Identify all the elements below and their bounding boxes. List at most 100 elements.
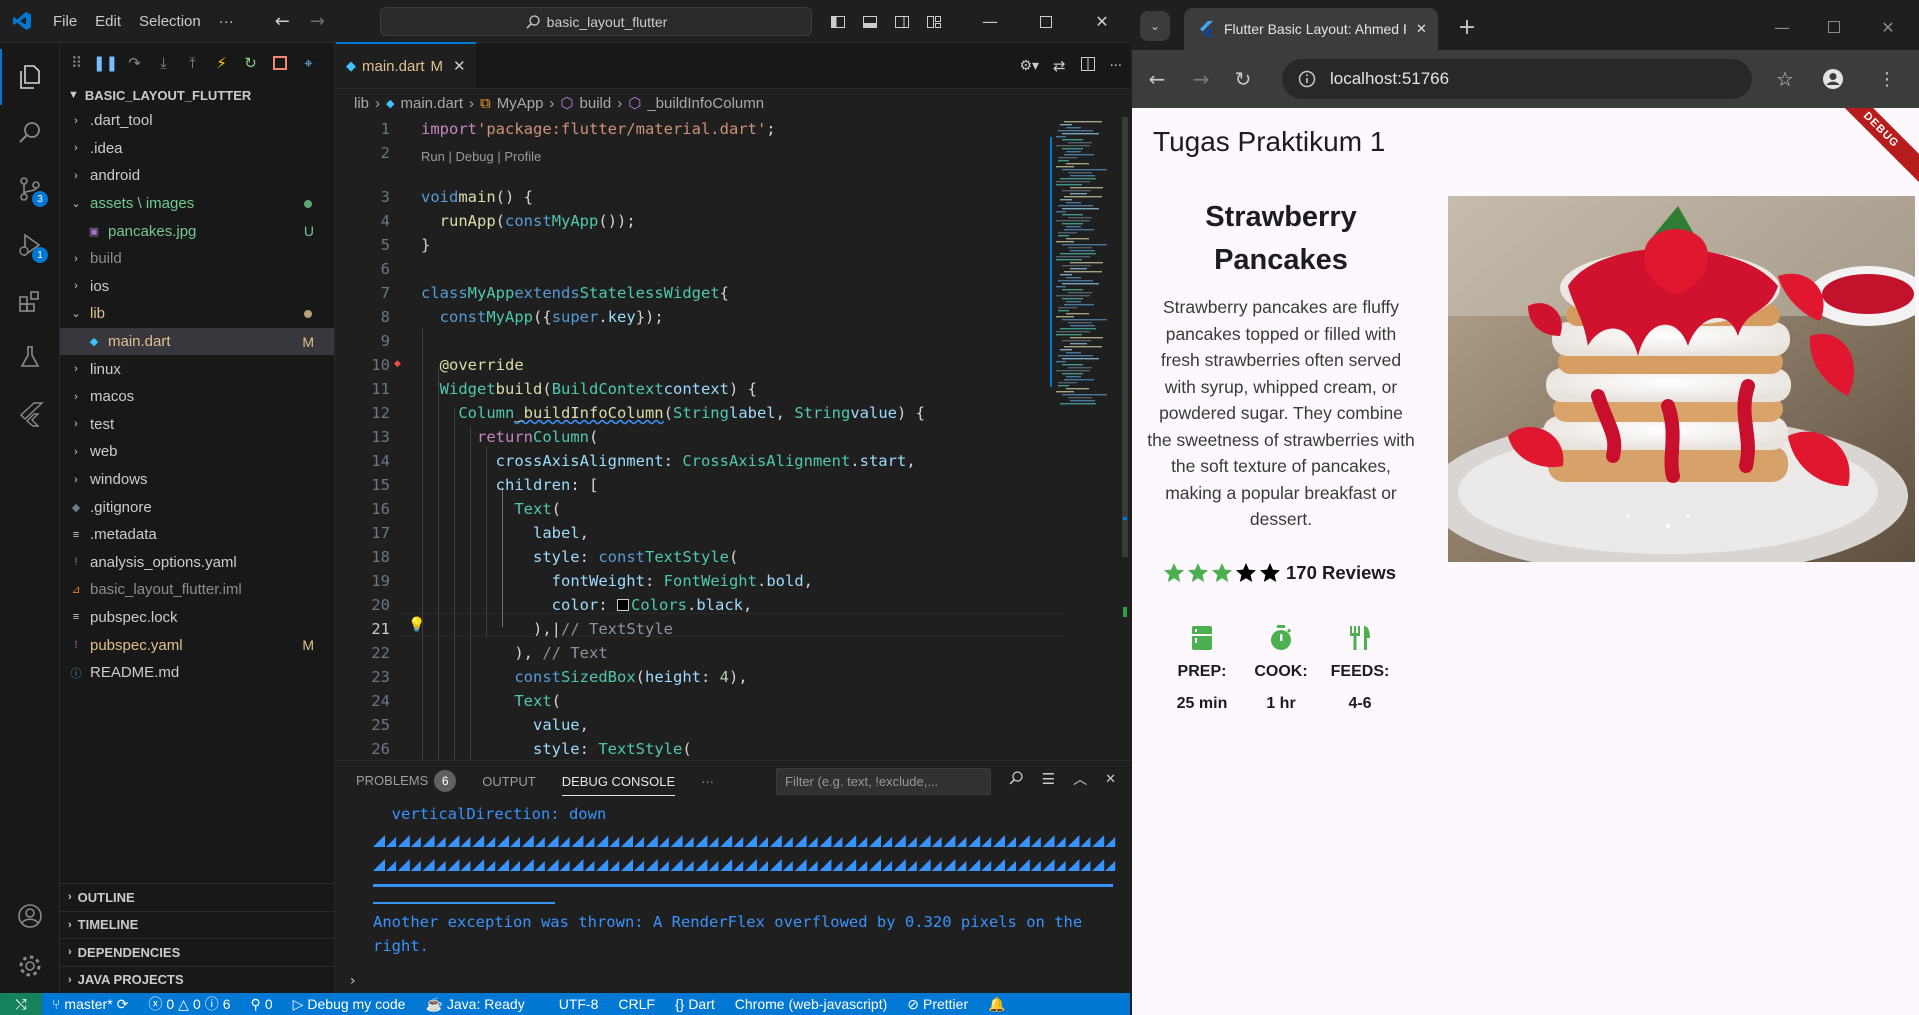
breakpoint-marker-icon[interactable]: ◆: [394, 359, 401, 369]
extensions-icon[interactable]: [0, 273, 60, 329]
console-input-prompt-icon[interactable]: ›: [350, 973, 356, 989]
notifications-bell-icon[interactable]: 🔔: [978, 996, 1015, 1013]
minimize-button[interactable]: —: [962, 0, 1018, 43]
flutter-device[interactable]: Chrome (web-javascript): [725, 996, 897, 1012]
search-view-icon[interactable]: [0, 105, 60, 161]
menu-file[interactable]: File: [44, 13, 86, 30]
section-dependencies[interactable]: › DEPENDENCIES: [60, 938, 335, 966]
tree-item[interactable]: › android: [60, 162, 334, 190]
section-java-projects[interactable]: › JAVA PROJECTS: [60, 965, 335, 994]
tree-item[interactable]: › test: [60, 411, 334, 439]
settings-gear-icon[interactable]: [0, 938, 60, 994]
step-over-icon[interactable]: ↷: [120, 49, 149, 77]
breadcrumb-lib[interactable]: lib: [354, 95, 369, 112]
new-tab-button[interactable]: +: [1452, 12, 1482, 42]
run-debug-icon[interactable]: 1: [0, 217, 60, 273]
tree-item[interactable]: › linux: [60, 355, 334, 383]
tree-item[interactable]: ◆ .gitignore: [60, 493, 334, 521]
tab-problems[interactable]: PROBLEMS 6: [356, 770, 457, 792]
close-window-button[interactable]: ✕: [1868, 12, 1908, 42]
maximize-panel-icon[interactable]: ︿: [1073, 769, 1087, 789]
step-into-icon[interactable]: ⤓: [149, 49, 178, 77]
accounts-icon[interactable]: [0, 888, 60, 944]
breadcrumb-file[interactable]: main.dart: [400, 95, 463, 112]
tree-item[interactable]: › .idea: [60, 135, 334, 163]
explorer-icon[interactable]: [0, 49, 60, 105]
customize-layout-icon[interactable]: [918, 0, 950, 43]
line-ending[interactable]: CRLF: [608, 996, 665, 1012]
tab-debug-console[interactable]: DEBUG CONSOLE: [561, 774, 676, 796]
language-mode[interactable]: {} Dart: [665, 996, 725, 1012]
close-panel-icon[interactable]: ✕: [1105, 771, 1116, 787]
breadcrumb-method[interactable]: build: [580, 95, 612, 112]
chrome-menu-icon[interactable]: ⋮: [1872, 64, 1902, 94]
tree-item[interactable]: ⊿ basic_layout_flutter.iml: [60, 576, 334, 604]
tab-output[interactable]: OUTPUT: [482, 774, 535, 789]
run-debug-dropdown-icon[interactable]: ⚙▾: [1019, 58, 1039, 74]
menu-selection[interactable]: Selection: [130, 13, 210, 30]
tree-item[interactable]: ≡ pubspec.lock: [60, 604, 334, 632]
tree-item[interactable]: ⌄ assets \ images: [60, 190, 334, 218]
tree-item[interactable]: › ios: [60, 273, 334, 301]
encoding[interactable]: UTF-8: [549, 996, 609, 1012]
tree-item[interactable]: ⓘ README.md: [60, 659, 334, 687]
remote-indicator-icon[interactable]: ⤭: [0, 993, 42, 1015]
reload-icon[interactable]: ↻: [1228, 64, 1258, 94]
hot-reload-icon[interactable]: ⚡: [207, 49, 236, 77]
widget-inspector-icon[interactable]: ⌖: [294, 49, 323, 77]
more-actions-icon[interactable]: ···: [1110, 59, 1122, 74]
tree-item[interactable]: ▣ pancakes.jpg U: [60, 217, 334, 245]
ports-indicator[interactable]: ⚲ 0: [241, 996, 283, 1013]
tab-main-dart[interactable]: ◆ main.dart M ✕: [336, 42, 476, 88]
testing-flask-icon[interactable]: [0, 329, 60, 385]
restart-icon[interactable]: ↻: [236, 49, 265, 77]
console-filter-input[interactable]: Filter (e.g. text, !exclude,...: [776, 768, 991, 795]
stop-icon[interactable]: [265, 49, 294, 77]
tab-search-chevron-icon[interactable]: ⌄: [1140, 11, 1170, 41]
git-branch[interactable]: ⑂ master* ⟳: [42, 996, 138, 1013]
toggle-primary-sidebar-icon[interactable]: [822, 0, 854, 43]
address-bar[interactable]: localhost:51766: [1282, 59, 1752, 99]
tree-item[interactable]: ! pubspec.yaml M: [60, 631, 334, 659]
toggle-panel-icon[interactable]: [854, 0, 886, 43]
pause-icon[interactable]: ❚❚: [91, 49, 120, 77]
maximize-button[interactable]: [1018, 0, 1074, 43]
section-outline[interactable]: › OUTLINE: [60, 883, 335, 911]
menu-more[interactable]: ···: [210, 13, 243, 30]
tree-item[interactable]: › windows: [60, 466, 334, 494]
tree-item[interactable]: › macos: [60, 383, 334, 411]
search-icon[interactable]: [1008, 770, 1024, 789]
tree-item[interactable]: ⌄ lib: [60, 300, 334, 328]
tree-item[interactable]: › .dart_tool: [60, 107, 334, 135]
prettier-status[interactable]: ⊘ Prettier: [897, 996, 978, 1013]
source-control-icon[interactable]: 3: [0, 161, 60, 217]
drag-handle-icon[interactable]: ⠿: [62, 49, 91, 77]
problems-summary[interactable]: ⓧ 0 △ 0 ⓘ 6: [138, 994, 240, 1014]
toggle-secondary-sidebar-icon[interactable]: [886, 0, 918, 43]
section-timeline[interactable]: › TIMELINE: [60, 910, 335, 939]
forward-arrow-icon[interactable]: →: [1186, 64, 1216, 94]
tree-item[interactable]: ≡ .metadata: [60, 521, 334, 549]
command-center[interactable]: basic_layout_flutter: [380, 7, 812, 36]
close-tab-icon[interactable]: ✕: [453, 57, 466, 75]
lightbulb-icon[interactable]: 💡: [408, 617, 425, 633]
panel-more-tabs[interactable]: ···: [701, 774, 714, 789]
forward-arrow-icon[interactable]: →: [300, 11, 335, 32]
tree-item[interactable]: › build: [60, 245, 334, 273]
site-info-icon[interactable]: [1298, 70, 1316, 88]
browser-tab[interactable]: Flutter Basic Layout: Ahmed Fat ✕: [1184, 8, 1438, 50]
back-arrow-icon[interactable]: ←: [1142, 64, 1172, 94]
tree-item[interactable]: ◆ main.dart M: [60, 327, 334, 356]
bookmark-star-icon[interactable]: ☆: [1770, 64, 1800, 94]
debug-config[interactable]: ▷ Debug my code: [283, 996, 416, 1013]
tree-item[interactable]: › web: [60, 438, 334, 466]
close-window-button[interactable]: ✕: [1074, 0, 1130, 43]
flutter-icon[interactable]: [0, 385, 60, 441]
breadcrumb-class[interactable]: MyApp: [497, 95, 544, 112]
profile-avatar-icon[interactable]: [1818, 64, 1848, 94]
java-status[interactable]: ☕ Java: Ready: [415, 996, 534, 1013]
step-out-icon[interactable]: ⤒: [178, 49, 207, 77]
tree-item[interactable]: ! analysis_options.yaml: [60, 549, 334, 577]
back-arrow-icon[interactable]: ←: [265, 11, 300, 32]
close-tab-icon[interactable]: ✕: [1416, 21, 1427, 37]
